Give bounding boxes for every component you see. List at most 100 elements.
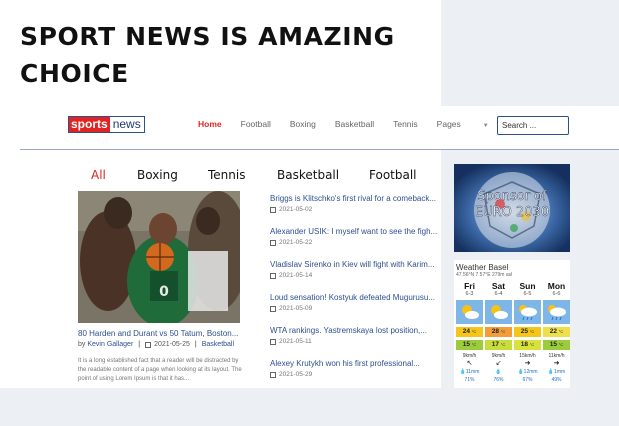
svg-text:0: 0 [159, 284, 169, 300]
news-date: 2021-05-14 [270, 272, 438, 279]
news-title[interactable]: Vladislav Sirenko in Kiev will fight wit… [270, 260, 438, 269]
news-date-text: 2021-05-14 [279, 272, 313, 279]
feature-meta: by Kevin Gallager | 2021-05-25 | Basketb… [78, 341, 234, 348]
tab-all[interactable]: All [91, 168, 106, 182]
tab-basketball[interactable]: Basketball [277, 168, 339, 182]
news-date-text: 2021-05-22 [279, 239, 313, 246]
news-date-text: 2021-05-09 [279, 305, 313, 312]
weather-rain: 💧12mm [517, 369, 538, 375]
news-date-text: 2021-05-02 [279, 206, 313, 213]
wind-arrow-icon: ➜ [553, 360, 560, 367]
weather-extra: 71% [464, 377, 475, 383]
main-nav: Home Football Boxing Basketball Tennis P… [198, 119, 527, 129]
tab-boxing[interactable]: Boxing [137, 168, 178, 182]
meta-divider: | [138, 341, 141, 348]
sun-cloud-icon [485, 300, 512, 324]
calendar-icon [270, 338, 276, 345]
feature-author[interactable]: Kevin Gallager [87, 341, 133, 348]
wind-arrow-icon: ➜ [524, 360, 531, 367]
nav-pages-label: Pages [436, 119, 461, 129]
calendar-icon [270, 371, 276, 378]
list-item: Alexander USIK: I myself want to see the… [270, 227, 438, 260]
weather-day-name: Mon [547, 281, 566, 291]
weather-extra: 67% [522, 377, 533, 383]
feature-by: by [78, 341, 86, 348]
weather-day: Mon 6-6 22 °C 15 °C 11km/h ➜ 💧1mm 49% [543, 281, 570, 383]
weather-rain: 💧1mm [547, 369, 566, 375]
weather-rain: 💧11mm [459, 369, 480, 375]
weather-high: 24 °C [456, 327, 483, 337]
news-date-text: 2021-05-11 [279, 338, 312, 345]
news-date-text: 2021-05-29 [279, 371, 313, 378]
feature-date: 2021-05-25 [154, 341, 190, 348]
nav-boxing[interactable]: Boxing [290, 119, 316, 129]
weather-high: 25 °C [514, 327, 541, 337]
sponsor-banner[interactable]: Sponsor of EURO 2030 [454, 164, 570, 252]
news-date: 2021-05-11 [270, 338, 438, 345]
weather-rain: 💧 [495, 369, 502, 375]
meta-divider: | [194, 341, 197, 348]
feature-category[interactable]: Basketball [202, 341, 234, 348]
sun-cloud-icon [456, 300, 483, 324]
site-logo[interactable]: sports news [68, 116, 145, 133]
weather-extra: 49% [551, 377, 562, 383]
weather-day-name: Sat [491, 281, 506, 291]
weather-extra: 76% [493, 377, 504, 383]
sponsor-line2: EURO 2030 [475, 205, 549, 220]
news-title[interactable]: Briggs is Klitschko's first rival for a … [270, 194, 438, 203]
chevron-down-icon: ▼ [482, 123, 489, 129]
feature-title[interactable]: 80 Harden and Durant vs 50 Tatum, Boston… [78, 329, 243, 338]
search-input[interactable] [497, 116, 569, 135]
bottom-background [0, 388, 441, 426]
list-item: Vladislav Sirenko in Kiev will fight wit… [270, 260, 438, 293]
news-title[interactable]: Alexander USIK: I myself want to see the… [270, 227, 438, 236]
page-headline: SPORT NEWS IS AMAZING CHOICE [20, 22, 395, 88]
weather-low: 18 °C [514, 340, 541, 350]
news-date: 2021-05-22 [270, 239, 438, 246]
nav-tennis[interactable]: Tennis [393, 119, 418, 129]
weather-high: 22 °C [543, 327, 570, 337]
nav-home[interactable]: Home [198, 119, 222, 129]
tab-tennis[interactable]: Tennis [208, 168, 245, 182]
weather-title: Weather Basel [456, 263, 509, 272]
weather-widget: Weather Basel 47.56°N 7.57°E 279m asl Fr… [454, 260, 570, 388]
news-title[interactable]: WTA rankings. Yastremskaya lost position… [270, 326, 438, 335]
weather-day-date: 6-5 [523, 291, 532, 297]
list-item: Alexey Krutykh won his first professiona… [270, 359, 438, 392]
calendar-icon [145, 341, 152, 348]
weather-day-date: 6-4 [494, 291, 503, 297]
logo-news: news [109, 117, 144, 132]
weather-day: Sat 6-4 28 °C 17 °C 9km/h ↙ 💧 76% [485, 281, 512, 383]
news-date: 2021-05-29 [270, 371, 438, 378]
weather-day-name: Fri [464, 281, 475, 291]
calendar-icon [270, 305, 276, 312]
list-item: Briggs is Klitschko's first rival for a … [270, 194, 438, 227]
weather-day-date: 6-3 [465, 291, 474, 297]
news-title[interactable]: Alexey Krutykh won his first professiona… [270, 359, 438, 368]
tab-football[interactable]: Football [369, 168, 417, 182]
news-list: Briggs is Klitschko's first rival for a … [270, 194, 438, 392]
logo-sports: sports [69, 117, 110, 132]
news-title[interactable]: Loud sensation! Kostyuk defeated Mugurus… [270, 293, 438, 302]
weather-low: 15 °C [543, 340, 570, 350]
feature-excerpt: It is a long established fact that a rea… [78, 358, 242, 382]
calendar-icon [270, 239, 276, 246]
weather-day-name: Sun [519, 281, 536, 291]
nav-basketball[interactable]: Basketball [335, 119, 374, 129]
wind-arrow-icon: ↖ [466, 360, 473, 367]
wind-arrow-icon: ↙ [495, 360, 502, 367]
news-date: 2021-05-09 [270, 305, 438, 312]
calendar-icon [270, 272, 276, 279]
sponsor-line1: Sponsor of [477, 189, 547, 204]
weather-low: 17 °C [485, 340, 512, 350]
list-item: WTA rankings. Yastremskaya lost position… [270, 326, 438, 359]
weather-day: Fri 6-3 24 °C 15 °C 9km/h ↖ 💧11mm 71% [456, 281, 483, 383]
list-item: Loud sensation! Kostyuk defeated Mugurus… [270, 293, 438, 326]
category-tabs: All Boxing Tennis Basketball Football [68, 168, 441, 186]
feature-image[interactable]: 0 [78, 191, 240, 323]
rain-cloud-icon [514, 300, 541, 324]
news-panel: All Boxing Tennis Basketball Football 0 … [68, 164, 441, 388]
weather-coords: 47.56°N 7.57°E 279m asl [456, 272, 513, 278]
news-date: 2021-05-02 [270, 206, 438, 213]
nav-football[interactable]: Football [241, 119, 271, 129]
